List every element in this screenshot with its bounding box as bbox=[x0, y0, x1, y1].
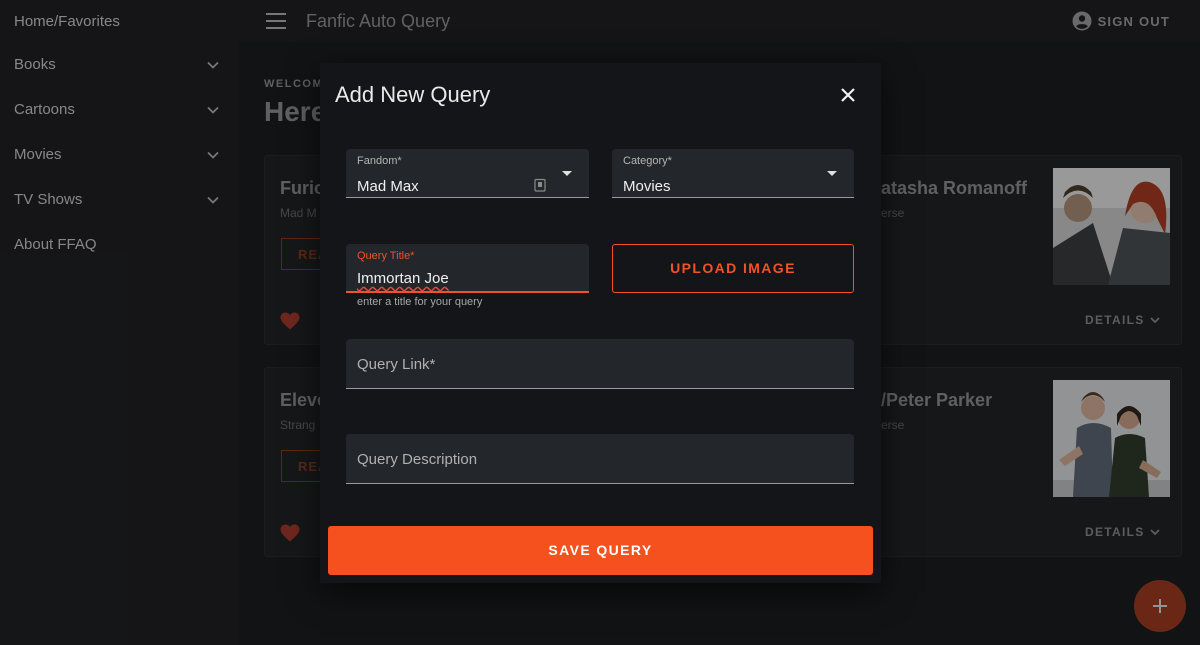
query-title-input[interactable]: Immortan Joe bbox=[357, 270, 449, 287]
close-icon[interactable] bbox=[838, 85, 858, 105]
query-link-field[interactable]: Query Link* bbox=[346, 339, 854, 389]
category-value: Movies bbox=[623, 178, 671, 195]
dropdown-arrow-icon bbox=[827, 171, 837, 176]
query-title-helper: enter a title for your query bbox=[357, 296, 483, 308]
upload-image-button[interactable]: UPLOAD IMAGE bbox=[612, 244, 854, 293]
query-title-label: Query Title* bbox=[357, 250, 415, 262]
dialog-title: Add New Query bbox=[335, 82, 491, 107]
query-title-field[interactable]: Query Title* Immortan Joe bbox=[346, 244, 589, 293]
category-select[interactable]: Category* Movies bbox=[612, 149, 854, 198]
fandom-value: Mad Max bbox=[357, 178, 419, 195]
query-description-field[interactable]: Query Description bbox=[346, 434, 854, 484]
add-query-dialog: Add New Query Fandom* Mad Max Category* … bbox=[320, 63, 881, 583]
category-label: Category* bbox=[623, 155, 672, 167]
clipboard-icon bbox=[534, 178, 546, 192]
fandom-label: Fandom* bbox=[357, 155, 402, 167]
dropdown-arrow-icon bbox=[562, 171, 572, 176]
query-description-label: Query Description bbox=[357, 451, 478, 468]
query-link-label: Query Link* bbox=[357, 356, 436, 373]
fandom-select[interactable]: Fandom* Mad Max bbox=[346, 149, 589, 198]
save-query-button[interactable]: SAVE QUERY bbox=[328, 526, 873, 575]
